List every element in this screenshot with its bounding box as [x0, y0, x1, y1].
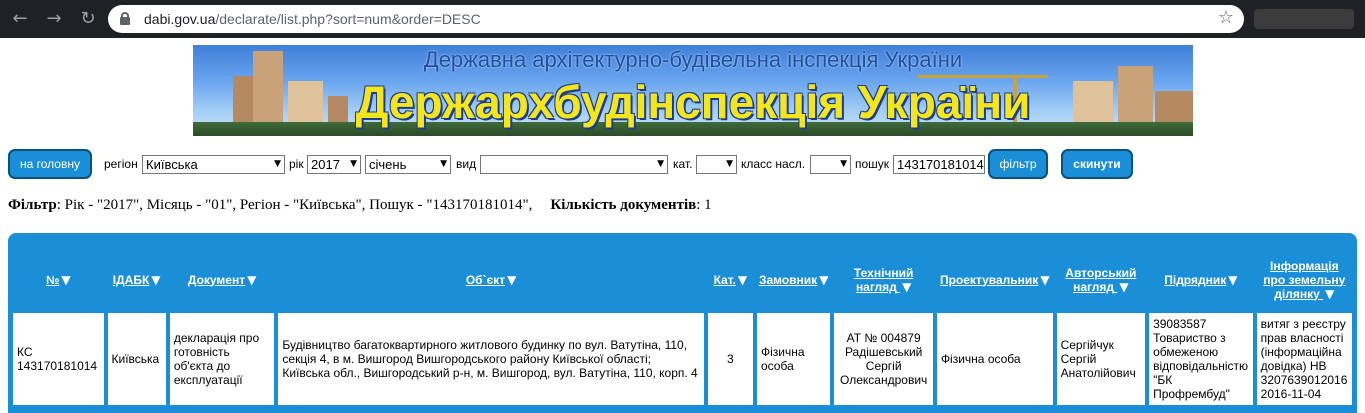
document-count-value: : 1 — [696, 197, 712, 213]
column-header-author-supervision[interactable]: Авторський нагляд ▼ — [1055, 249, 1147, 310]
reset-button[interactable]: скинути — [1061, 149, 1133, 179]
sort-arrow-icon: ▼ — [1119, 279, 1129, 294]
search-input[interactable]: 143170181014 — [893, 155, 985, 174]
cell-category: 3 — [706, 312, 754, 406]
filter-button[interactable]: фільтр — [988, 149, 1048, 179]
category-label: кат. — [673, 157, 693, 171]
cell-document: декларація про готовність об'єкта до екс… — [168, 312, 276, 406]
chevron-down-icon: ▼ — [440, 159, 447, 169]
column-header-customer[interactable]: Замовник ▼ — [755, 249, 832, 310]
table-row: КС 143170181014 Київська декларація про … — [12, 312, 1353, 406]
sort-arrow-icon: ▼ — [819, 272, 829, 287]
reload-icon[interactable]: ↻ — [76, 7, 100, 31]
sort-arrow-icon: ▼ — [507, 272, 517, 287]
chevron-down-icon: ▼ — [274, 159, 281, 169]
column-header-object[interactable]: Об`єкт ▼ — [277, 249, 705, 310]
cell-designer: Фізична особа — [935, 312, 1054, 406]
sort-arrow-icon: ▼ — [902, 279, 912, 294]
column-header-number[interactable]: № ▼ — [12, 249, 105, 310]
chevron-down-icon: ▼ — [726, 159, 733, 169]
class-select[interactable]: ▼ — [810, 155, 851, 174]
month-select[interactable]: січень ▼ — [365, 155, 451, 174]
column-header-land-info[interactable]: Інформація про земельну ділянку ▼ — [1255, 249, 1353, 310]
cell-idabk: Київська — [106, 312, 167, 406]
column-header-category[interactable]: Кат. ▼ — [706, 249, 754, 310]
sort-arrow-icon: ▼ — [1040, 272, 1050, 287]
cell-author-supervision: Сергійчук Сергій Анатолійович — [1055, 312, 1147, 406]
filter-controls: на головну регіон Київська ▼ рік 2017 ▼ … — [0, 149, 1365, 181]
cell-object: Будівництво багатоквартирного житлового … — [277, 312, 705, 406]
bookmark-star-icon[interactable]: ☆ — [1218, 7, 1234, 28]
category-select[interactable]: ▼ — [696, 155, 737, 174]
sort-arrow-icon: ▼ — [151, 272, 161, 287]
class-label: класс насл. — [741, 157, 806, 171]
sort-arrow-icon: ▼ — [1228, 272, 1238, 287]
region-select[interactable]: Київська ▼ — [142, 155, 285, 174]
kind-select[interactable]: ▼ — [480, 155, 668, 174]
year-select-value: 2017 — [311, 157, 340, 172]
banner-subtitle: Державна архітектурно-будівельна інспекц… — [423, 47, 963, 72]
column-header-tech-supervision[interactable]: Технічний нагляд ▼ — [833, 249, 934, 310]
cell-number: КС 143170181014 — [12, 312, 105, 406]
sort-arrow-icon: ▼ — [737, 272, 748, 287]
search-label: пошук — [855, 157, 890, 171]
sort-arrow-icon: ▼ — [247, 272, 257, 287]
region-select-value: Київська — [146, 157, 198, 172]
cell-land-info: витяг з реєстру прав власності (інформац… — [1255, 312, 1353, 406]
address-bar[interactable]: dabi.gov.ua/declarate/list.php?sort=num&… — [108, 5, 1244, 33]
cell-contractor: 39083587 Товариство з обмеженою відповід… — [1148, 312, 1254, 406]
region-label: регіон — [104, 157, 138, 171]
back-icon[interactable]: ← — [8, 7, 32, 31]
sort-arrow-icon: ▼ — [1325, 286, 1335, 301]
year-label: рік — [289, 157, 304, 171]
cell-customer: Фізична особа — [755, 312, 832, 406]
chevron-down-icon: ▼ — [840, 159, 847, 169]
home-button[interactable]: на головну — [8, 149, 92, 179]
filter-summary: Фільтр: Рік - "2017", Місяць - "01", Рег… — [8, 197, 712, 214]
browser-toolbar: ← → ↻ dabi.gov.ua/declarate/list.php?sor… — [0, 0, 1365, 38]
table-header-row: № ▼ ІДАБК ▼ Документ ▼ Об`єкт ▼ Кат. ▼ Замовн… — [12, 249, 1353, 310]
forward-icon[interactable]: → — [42, 7, 66, 31]
column-header-document[interactable]: Документ ▼ — [168, 249, 276, 310]
chevron-down-icon: ▼ — [657, 159, 664, 169]
column-header-designer[interactable]: Проектувальник ▼ — [935, 249, 1054, 310]
results-table-panel: № ▼ ІДАБК ▼ Документ ▼ Об`єкт ▼ Кат. ▼ Замовн… — [8, 233, 1357, 413]
cell-tech-supervision: АТ № 004879 Радішевський Сергій Олександ… — [833, 312, 934, 406]
column-header-idabk[interactable]: ІДАБК ▼ — [106, 249, 167, 310]
site-banner: Державна архітектурно-будівельна інспекц… — [193, 45, 1193, 136]
url-host: dabi.gov.ua — [144, 11, 216, 27]
month-select-value: січень — [369, 157, 407, 172]
filter-summary-text: : Рік - "2017", Місяць - "01", Регіон - … — [56, 197, 533, 213]
search-input-value: 143170181014 — [897, 157, 984, 172]
sort-arrow-icon: ▼ — [61, 272, 71, 287]
url-path: /declarate/list.php?sort=num&order=DESC — [215, 11, 481, 27]
lock-icon[interactable] — [120, 12, 130, 25]
url-text[interactable]: dabi.gov.ua/declarate/list.php?sort=num&… — [144, 11, 481, 27]
chevron-down-icon: ▼ — [350, 159, 357, 169]
results-table: № ▼ ІДАБК ▼ Документ ▼ Об`єкт ▼ Кат. ▼ Замовн… — [10, 247, 1355, 408]
banner-title: Держархбудінспекція України — [355, 76, 1031, 128]
document-count-label: Кількість документів — [550, 197, 697, 213]
column-header-contractor[interactable]: Підрядник ▼ — [1148, 249, 1254, 310]
filter-summary-label: Фільтр — [8, 197, 57, 213]
kind-label: вид — [456, 157, 477, 171]
extensions-area[interactable] — [1254, 9, 1354, 29]
year-select[interactable]: 2017 ▼ — [307, 155, 361, 174]
